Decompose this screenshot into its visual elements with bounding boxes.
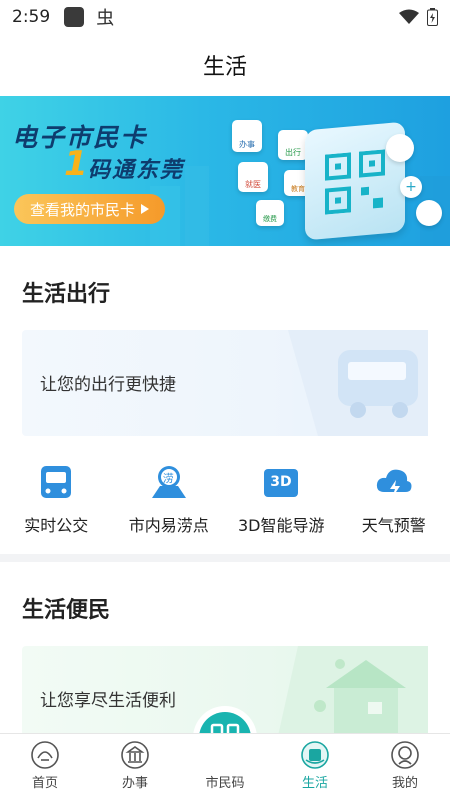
page-title: 生活: [202, 55, 247, 80]
battery-icon: [427, 8, 438, 26]
life-travel-section: 生活出行 让您的出行更快捷 实时公交 涝 市内易涝点 3D 3D智能导游 天气预…: [0, 246, 450, 554]
tab-service[interactable]: 办事: [90, 734, 180, 797]
shortcut-flood-points[interactable]: 涝 市内易涝点: [113, 464, 226, 544]
view-citizen-card-button[interactable]: 查看我的市民卡: [14, 194, 166, 224]
travel-promo-text: 让您的出行更快捷: [40, 375, 176, 395]
qr-code-icon: [325, 149, 385, 215]
service-chip-medical: 就医: [238, 162, 268, 192]
tab-profile[interactable]: 我的: [360, 734, 450, 797]
banner-subtitle: 码通东莞: [88, 158, 185, 183]
section-title-travel: 生活出行: [22, 282, 111, 307]
shortcut-label: 3D智能导游: [237, 516, 325, 535]
travel-promo-card[interactable]: 让您的出行更快捷: [22, 330, 428, 436]
chip-office-label: 办事: [239, 140, 255, 149]
chip-medical-label: 就医: [245, 180, 261, 189]
citizen-card-banner[interactable]: 电子市民卡 1 码通东莞 查看我的市民卡 办事 出行 就医 教育 缴费 +: [0, 96, 450, 246]
flood-map-icon: 涝: [150, 464, 188, 502]
wifi-icon: [399, 9, 419, 24]
banner-cta-label: 查看我的市民卡: [30, 200, 136, 219]
plus-bubble-icon: +: [400, 176, 422, 198]
3d-guide-icon: 3D: [262, 464, 300, 502]
car-bubble-icon: [416, 200, 442, 226]
bottom-tab-bar: 首页 办事 市民码 生活 我的: [0, 733, 450, 797]
tab-label: 我的: [391, 776, 418, 791]
flood-badge: 涝: [162, 472, 174, 485]
weather-alert-icon: [375, 464, 413, 502]
3d-badge: 3D: [270, 474, 292, 490]
home-icon: [31, 741, 59, 769]
app-notification-icon: [64, 7, 85, 27]
tab-label: 生活: [301, 776, 328, 791]
shortcut-weather-alert[interactable]: 天气预警: [338, 464, 450, 544]
travel-shortcuts: 实时公交 涝 市内易涝点 3D 3D智能导游 天气预警: [0, 464, 450, 544]
train-bubble-icon: [386, 134, 414, 162]
life-icon: [301, 741, 329, 769]
shortcut-label: 天气预警: [361, 516, 426, 535]
play-arrow-icon: [141, 204, 150, 214]
chip-travel-label: 出行: [285, 148, 301, 157]
banner-number: 1: [64, 144, 88, 184]
section-title-convenience: 生活便民: [22, 598, 111, 623]
service-hall-icon: [121, 741, 149, 769]
service-chip-travel: 出行: [278, 130, 308, 160]
tab-life[interactable]: 生活: [270, 734, 360, 797]
house-illustration: [278, 646, 428, 736]
tab-home[interactable]: 首页: [0, 734, 90, 797]
service-chip-payment: 缴费: [256, 200, 284, 226]
title-bar: 生活: [0, 34, 450, 96]
chip-education-label: 教育: [291, 185, 305, 193]
profile-icon: [391, 741, 419, 769]
bus-illustration: [288, 330, 428, 436]
status-right: [399, 8, 438, 26]
tab-label: 首页: [31, 776, 58, 791]
shortcut-3d-guide[interactable]: 3D 3D智能导游: [225, 464, 338, 544]
tab-label: 市民码: [205, 776, 245, 791]
service-chip-office: 办事: [232, 120, 262, 152]
shortcut-realtime-bus[interactable]: 实时公交: [0, 464, 113, 544]
status-bar: 2:59 虫: [0, 0, 450, 34]
shortcut-label: 市内易涝点: [128, 516, 209, 535]
shortcut-label: 实时公交: [24, 516, 89, 535]
convenience-promo-text: 让您享尽生活便利: [40, 691, 176, 711]
bus-icon: [37, 464, 75, 502]
debug-bug-icon: 虫: [96, 8, 115, 29]
status-time: 2:59: [12, 7, 51, 27]
tab-label: 办事: [121, 776, 148, 791]
chip-payment-label: 缴费: [263, 215, 277, 223]
tab-citizen-code[interactable]: 市民码: [180, 734, 270, 797]
